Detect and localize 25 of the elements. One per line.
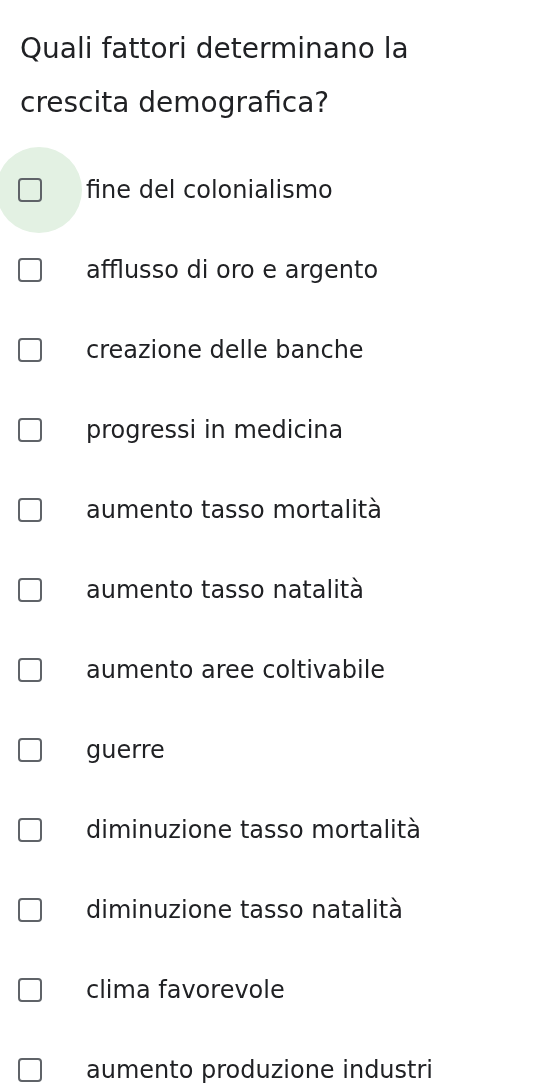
option-label: diminuzione tasso mortalità <box>86 816 421 844</box>
option-label: diminuzione tasso natalità <box>86 896 403 924</box>
option-label: clima favorevole <box>86 976 285 1004</box>
checkbox[interactable] <box>18 338 42 362</box>
checkbox[interactable] <box>18 818 42 842</box>
option-label: aumento produzione industri <box>86 1056 434 1084</box>
option-label: aumento tasso mortalità <box>86 496 382 524</box>
option-label: progressi in medicina <box>86 416 344 444</box>
option-label: aumento tasso natalità <box>86 576 364 604</box>
option-label: guerre <box>86 736 165 764</box>
checkbox[interactable] <box>18 498 42 522</box>
checkbox[interactable] <box>18 1058 42 1082</box>
option-label: creazione delle banche <box>86 336 364 364</box>
checkbox[interactable] <box>18 578 42 602</box>
checkbox[interactable] <box>18 978 42 1002</box>
option-label: afflusso di oro e argento <box>86 256 379 284</box>
checkbox[interactable] <box>18 898 42 922</box>
question-text: Quali fattori determinano la crescita demografica? <box>20 31 410 121</box>
checkbox[interactable] <box>18 178 42 202</box>
checkbox[interactable] <box>18 258 42 282</box>
checkbox[interactable] <box>18 418 42 442</box>
option-label: fine del colonialismo <box>86 176 333 204</box>
checkbox[interactable] <box>18 658 42 682</box>
checkbox[interactable] <box>18 738 42 762</box>
option-label: aumento aree coltivabile <box>86 656 386 684</box>
